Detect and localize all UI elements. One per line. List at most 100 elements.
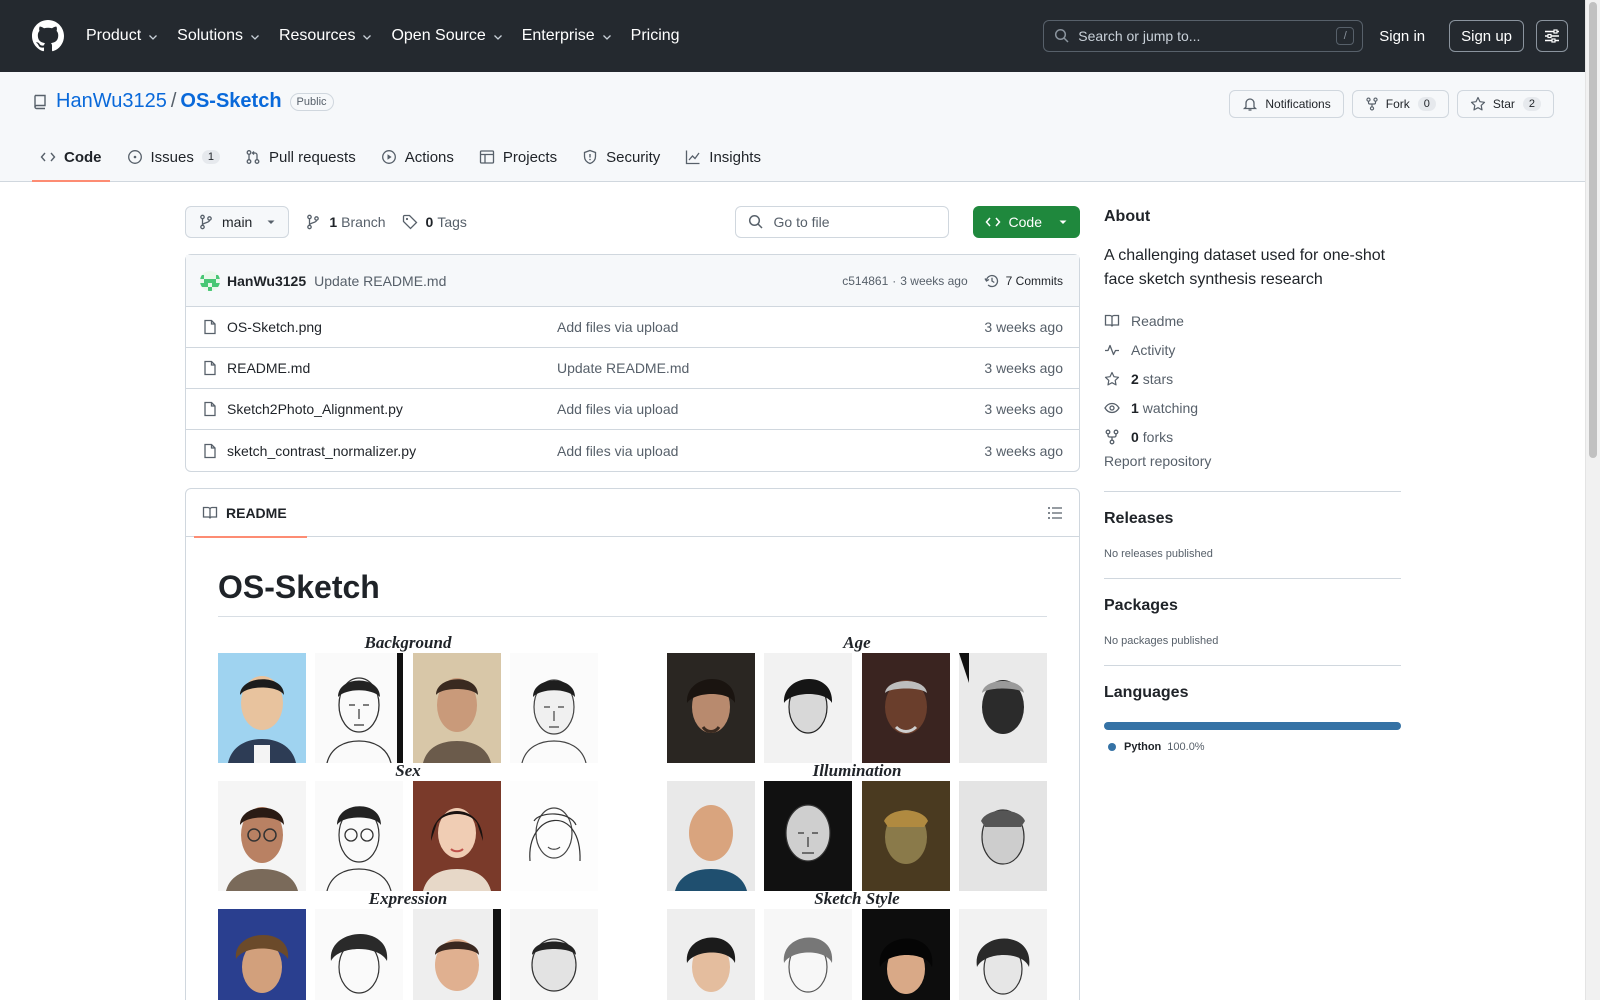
about-heading: About — [1104, 208, 1151, 225]
commits-history-link[interactable]: 7 Commits — [984, 273, 1063, 289]
tab-security[interactable]: Security — [574, 133, 668, 181]
commit-age: 3 weeks ago — [900, 273, 968, 288]
fork-button[interactable]: Fork 0 — [1351, 90, 1449, 118]
face-sketch — [315, 781, 404, 891]
table-row[interactable]: OS-Sketch.png Add files via upload 3 wee… — [186, 307, 1079, 348]
star-button[interactable]: Star 2 — [1456, 90, 1554, 118]
file-name-link[interactable]: OS-Sketch.png — [227, 319, 557, 335]
tag-icon — [402, 214, 417, 230]
nav-pricing[interactable]: Pricing — [631, 27, 680, 45]
file-name-link[interactable]: sketch_contrast_normalizer.py — [227, 443, 557, 459]
fork-count: 0 — [1417, 97, 1436, 111]
scrollbar-thumb[interactable] — [1589, 2, 1597, 458]
go-to-file-input[interactable]: Go to file — [734, 206, 949, 238]
table-row[interactable]: Sketch2Photo_Alignment.py Add files via … — [186, 389, 1079, 430]
face-row — [667, 653, 1047, 763]
tag-label: Tags — [437, 214, 467, 230]
watchers-link[interactable]: 1 watching — [1104, 393, 1401, 422]
releases-heading[interactable]: Releases — [1104, 510, 1401, 528]
global-search-input[interactable]: Search or jump to... / — [1043, 20, 1364, 52]
file-name-link[interactable]: Sketch2Photo_Alignment.py — [227, 401, 557, 417]
github-logo-icon[interactable] — [32, 20, 64, 52]
branch-select-button[interactable]: main — [185, 206, 290, 238]
commits-count-label: 7 Commits — [1005, 273, 1063, 288]
repo-title: HanWu3125 / OS-Sketch Public — [32, 90, 334, 113]
group-title-background: Background — [364, 633, 452, 652]
releases-section: Releases No releases published — [1104, 491, 1401, 560]
activity-link[interactable]: Activity — [1104, 335, 1401, 364]
repo-name-link[interactable]: OS-Sketch — [180, 90, 281, 113]
latest-commit: HanWu3125 Update README.md c514861 · 3 w… — [186, 255, 1079, 307]
commit-message-link[interactable]: Update README.md — [314, 273, 446, 289]
tab-issues[interactable]: Issues 1 — [119, 133, 228, 181]
nav-open-source[interactable]: Open Source — [391, 27, 503, 45]
readme-tab[interactable]: README — [194, 489, 307, 538]
caret-down-icon — [1059, 220, 1067, 224]
file-commit-message[interactable]: Update README.md — [557, 360, 984, 376]
chevron-down-icon — [251, 35, 259, 40]
fork-icon — [1105, 429, 1119, 444]
repo-owner-link[interactable]: HanWu3125 — [56, 90, 167, 113]
readme-link[interactable]: Readme — [1104, 306, 1401, 335]
go-to-file-placeholder: Go to file — [773, 214, 830, 230]
issues-count: 1 — [201, 150, 220, 164]
graph-icon — [686, 150, 700, 165]
group-title-illumination: Illumination — [812, 761, 902, 780]
tags-link[interactable]: 0 Tags — [402, 214, 467, 230]
tab-actions[interactable]: Actions — [373, 133, 462, 181]
avatar[interactable] — [200, 270, 220, 291]
repo-path-separator: / — [170, 90, 177, 112]
tab-projects[interactable]: Projects — [471, 133, 565, 181]
readme-title: OS-Sketch — [218, 569, 1047, 617]
list-icon[interactable] — [1047, 505, 1063, 521]
file-commit-message[interactable]: Add files via upload — [557, 401, 984, 417]
watching-label: watching — [1142, 399, 1199, 416]
tab-code[interactable]: Code — [32, 133, 110, 182]
nav-product[interactable]: Product — [86, 27, 159, 45]
branches-link[interactable]: 1 Branch — [305, 214, 386, 230]
tab-insights[interactable]: Insights — [677, 133, 769, 181]
code-dropdown-button[interactable]: Code — [972, 206, 1080, 238]
search-shortcut-key: / — [1336, 27, 1355, 45]
tab-pull-requests-label: Pull requests — [268, 148, 356, 166]
play-icon — [381, 150, 396, 164]
commit-author-link[interactable]: HanWu3125 — [227, 273, 306, 289]
face-row — [218, 909, 598, 1000]
forks-link[interactable]: 0 forks — [1104, 422, 1401, 451]
book-icon — [1104, 314, 1120, 327]
command-palette-button[interactable] — [1536, 20, 1568, 52]
face-photo — [412, 909, 501, 1000]
readme-body: OS-Sketch Background Sex Expression Age … — [186, 537, 1079, 1000]
page-scrollbar[interactable] — [1585, 0, 1600, 1000]
face-sketch — [958, 653, 1047, 763]
pulse-icon — [1105, 344, 1119, 355]
commit-sha-link[interactable]: c514861 — [842, 274, 888, 288]
bell-icon — [1243, 98, 1258, 111]
sign-in-link[interactable]: Sign in — [1379, 28, 1425, 45]
history-icon — [984, 274, 998, 287]
file-icon — [204, 319, 216, 335]
face-photo — [218, 781, 306, 891]
language-name: Python — [1124, 741, 1162, 753]
file-commit-message[interactable]: Add files via upload — [557, 319, 984, 335]
notifications-button[interactable]: Notifications — [1229, 90, 1344, 118]
sign-up-button[interactable]: Sign up — [1449, 20, 1524, 52]
branch-icon — [200, 214, 212, 230]
nav-resources[interactable]: Resources — [279, 27, 373, 45]
tab-actions-label: Actions — [404, 148, 454, 166]
packages-heading[interactable]: Packages — [1104, 597, 1401, 615]
tab-pull-requests[interactable]: Pull requests — [237, 133, 364, 181]
table-row[interactable]: README.md Update README.md 3 weeks ago — [186, 348, 1079, 389]
releases-empty: No releases published — [1104, 548, 1213, 560]
file-commit-message[interactable]: Add files via upload — [557, 443, 984, 459]
packages-section: Packages No packages published — [1104, 578, 1401, 647]
stars-link[interactable]: 2 stars — [1104, 364, 1401, 393]
report-repository-link[interactable]: Report repository — [1104, 453, 1401, 473]
face-photo — [667, 781, 755, 891]
nav-enterprise[interactable]: Enterprise — [522, 27, 613, 45]
nav-open-source-label: Open Source — [391, 27, 486, 44]
table-row[interactable]: sketch_contrast_normalizer.py Add files … — [186, 430, 1079, 471]
file-name-link[interactable]: README.md — [227, 360, 557, 376]
language-item[interactable]: Python 100.0% — [1104, 741, 1401, 753]
nav-solutions[interactable]: Solutions — [177, 27, 261, 45]
